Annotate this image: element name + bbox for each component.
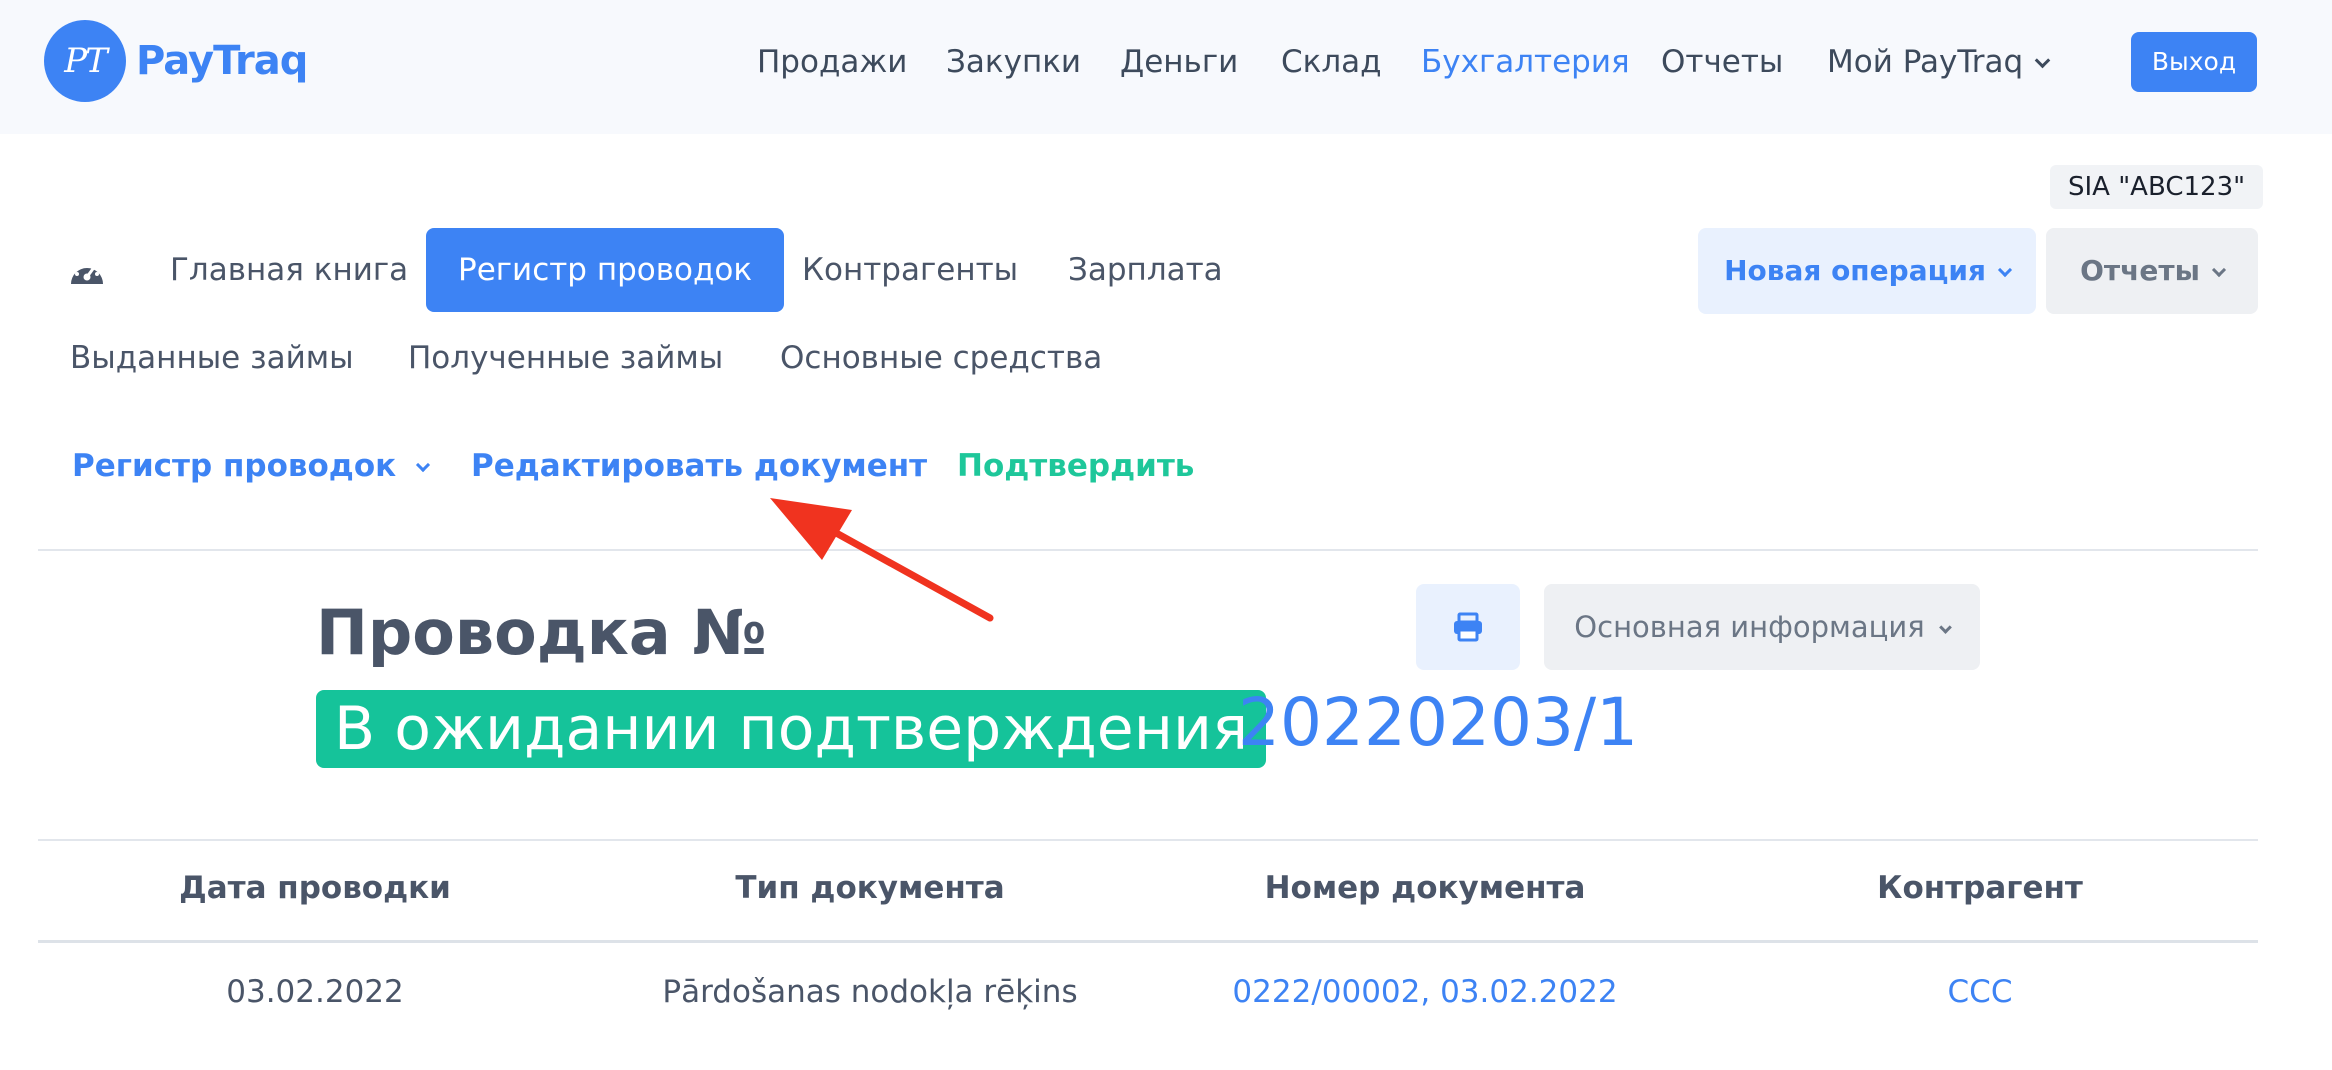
column-header-date[interactable]: Дата проводки [37, 870, 593, 906]
page-title: Проводка № [316, 596, 767, 669]
table-top-divider [38, 839, 2258, 841]
cell-doc-type: Pārdošanas nodokļa rēķins [662, 974, 1078, 1010]
reports-button[interactable]: Отчеты [2046, 228, 2258, 314]
entry-number: 20220203/1 [1238, 684, 1639, 761]
tab-loans-received[interactable]: Полученные займы [408, 340, 723, 376]
new-operation-label: Новая операция [1724, 254, 1986, 287]
printer-icon [1454, 612, 1482, 642]
nav-money[interactable]: Деньги [1120, 44, 1238, 80]
column-header-doc-type[interactable]: Тип документа [592, 870, 1148, 906]
nav-reports[interactable]: Отчеты [1661, 44, 1783, 80]
tab-counterparties[interactable]: Контрагенты [802, 228, 1018, 312]
print-button[interactable] [1416, 584, 1520, 670]
gauge-icon[interactable] [68, 256, 106, 286]
tab-fixed-assets[interactable]: Основные средства [780, 340, 1102, 376]
tab-journal-register[interactable]: Регистр проводок [426, 228, 785, 312]
nav-accounting[interactable]: Бухгалтерия [1421, 44, 1630, 80]
paytraq-logo[interactable]: PT PayTraq [44, 20, 308, 102]
chevron-down-icon [2211, 262, 2226, 278]
nav-purchases[interactable]: Закупки [946, 44, 1081, 80]
chevron-down-icon [1997, 262, 2013, 278]
tab-loans-issued[interactable]: Выданные займы [70, 340, 354, 376]
nav-warehouse[interactable]: Склад [1281, 44, 1382, 80]
nav-my-paytraq-label: Мой PayTraq [1827, 44, 2024, 80]
column-header-counterparty[interactable]: Контрагент [1702, 870, 2258, 906]
register-dropdown[interactable]: Регистр проводок [72, 448, 431, 484]
edit-document-link[interactable]: Редактировать документ [471, 448, 927, 484]
chevron-down-icon [1938, 621, 1952, 634]
company-badge: SIA "ABC123" [2050, 165, 2264, 209]
status-badge: В ожидании подтверждения [316, 690, 1267, 768]
basic-info-label: Основная информация [1574, 610, 1925, 644]
divider [38, 549, 2258, 551]
logo-text: PayTraq [136, 38, 308, 84]
top-bar: PT PayTraq Продажи Закупки Деньги Склад … [0, 0, 2332, 134]
register-dropdown-label: Регистр проводок [72, 448, 397, 484]
nav-sales[interactable]: Продажи [757, 44, 907, 80]
logo-mark: PT [44, 20, 126, 102]
cell-counterparty-link[interactable]: CCC [1702, 974, 2258, 1010]
tab-general-ledger[interactable]: Главная книга [170, 228, 408, 312]
chevron-down-icon [416, 457, 431, 473]
new-operation-button[interactable]: Новая операция [1698, 228, 2036, 314]
table-header-divider [38, 940, 2258, 943]
nav-my-paytraq[interactable]: Мой PayTraq [1827, 44, 2051, 80]
chevron-down-icon [2034, 52, 2051, 69]
confirm-link[interactable]: Подтвердить [957, 448, 1194, 484]
cell-doc-number-link[interactable]: 0222/00002, 03.02.2022 [1147, 974, 1703, 1010]
logout-button[interactable]: Выход [2131, 32, 2257, 92]
column-header-doc-number[interactable]: Номер документа [1147, 870, 1703, 906]
tab-payroll[interactable]: Зарплата [1068, 228, 1223, 312]
reports-label: Отчеты [2080, 254, 2200, 287]
annotation-arrow-icon [770, 498, 994, 622]
basic-info-dropdown[interactable]: Основная информация [1544, 584, 1980, 670]
cell-date: 03.02.2022 [226, 974, 404, 1010]
